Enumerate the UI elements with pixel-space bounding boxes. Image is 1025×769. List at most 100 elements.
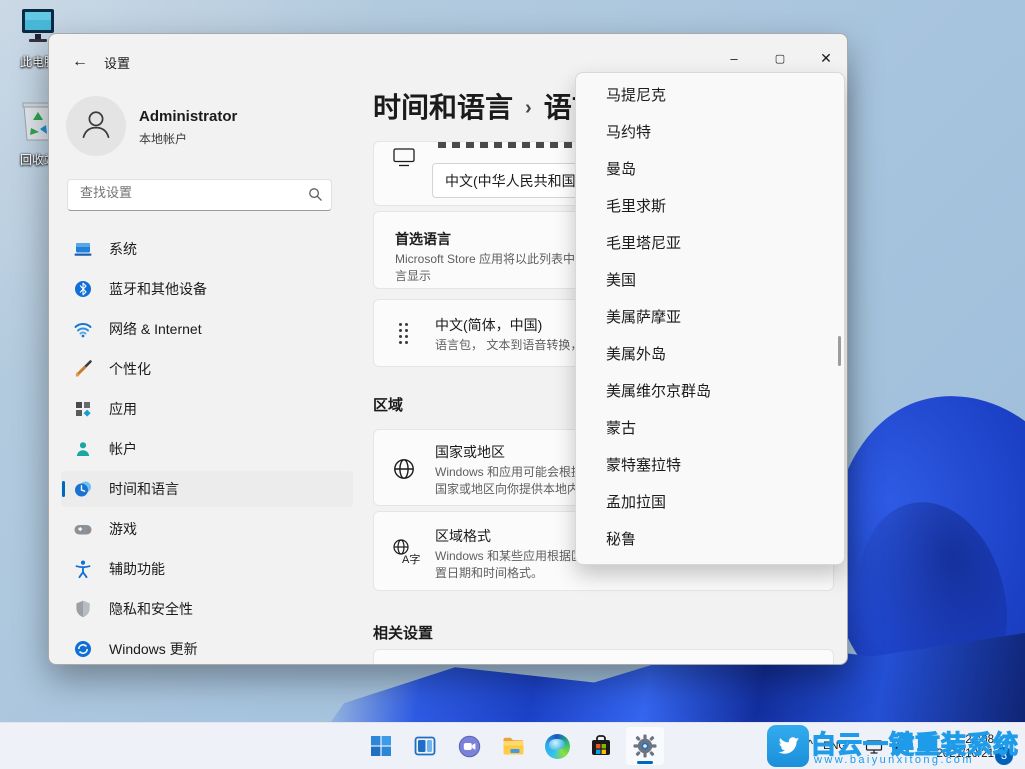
input-language-indicator[interactable]: ENG [823,740,847,752]
monitor-tray-icon[interactable] [865,739,883,755]
sidebar-item-system[interactable]: 系统 [61,231,353,267]
person-icon [74,102,118,151]
clipped-card-title [438,142,586,148]
time-language-icon [73,479,93,499]
monitor-icon [392,147,416,167]
network-icon [73,319,93,339]
regional-format-title: 区域格式 [435,526,491,546]
tray-time: 22:08 [936,733,994,747]
taskbar: ^ ENG 22:08 2021/10/21 3 [0,722,1025,769]
account-name: Administrator [139,108,237,125]
avatar[interactable] [66,96,126,156]
regional-format-desc-line2: 置日期和时间格式。 [435,565,543,582]
region-section-header: 区域 [373,394,403,415]
accessibility-icon [73,559,93,579]
speaker-icon[interactable] [890,739,907,755]
sidebar-item-network[interactable]: 网络 & Internet [61,311,353,347]
sidebar-item-label: 网络 & Internet [109,319,202,339]
country-list: 马提尼克 马约特 曼岛 毛里求斯 毛里塔尼亚 美国 美属萨摩亚 美属外岛 美属维… [576,73,844,565]
system-tray: ^ ENG 22:08 2021/10/21 3 [765,723,1025,769]
file-explorer-button[interactable] [493,726,533,766]
clock[interactable]: 22:08 2021/10/21 [936,733,994,761]
notification-badge[interactable]: 3 [995,747,1013,765]
sidebar-item-label: 游戏 [109,519,137,539]
globe-icon [391,456,417,482]
country-option[interactable]: 毛里求斯 [576,188,844,225]
gear-icon [632,733,658,759]
related-settings-header: 相关设置 [373,622,433,643]
globe-language-icon: A字 [390,537,420,567]
country-option[interactable]: 马约特 [576,114,844,151]
task-view-icon [413,734,437,758]
start-button[interactable] [361,726,401,766]
sidebar-item-label: 辅助功能 [109,559,165,579]
country-option[interactable]: 美属外岛 [576,336,844,373]
display-language-value: 中文(中华人民共和国) [445,171,580,191]
drag-handle-icon[interactable] [399,323,408,344]
sidebar-item-bluetooth[interactable]: 蓝牙和其他设备 [61,271,353,307]
country-option[interactable]: 孟加拉国 [576,484,844,521]
back-button[interactable]: ← [65,48,95,76]
sidebar-item-label: 系统 [109,239,137,259]
taskbar-center-icons [361,726,665,766]
windows-update-icon [73,639,93,659]
country-option[interactable]: 秘鲁 [576,521,844,558]
edge-button[interactable] [537,726,577,766]
country-region-desc-line1: Windows 和应用可能会根据 [435,464,583,481]
system-icon [73,239,93,259]
task-view-button[interactable] [405,726,445,766]
sidebar-item-label: 蓝牙和其他设备 [109,279,207,299]
related-settings-card-partial[interactable] [373,649,834,665]
store-button[interactable] [581,726,621,766]
sidebar-item-time-language[interactable]: 时间和语言 [61,471,353,507]
country-option[interactable]: 马提尼克 [576,77,844,114]
store-icon [589,734,613,758]
chat-icon [457,734,482,759]
country-option[interactable]: 密克罗尼西亚 [576,558,844,565]
breadcrumb-root[interactable]: 时间和语言 [373,92,513,123]
chat-button[interactable] [449,726,489,766]
file-explorer-icon [501,734,526,759]
country-option[interactable]: 美属萨摩亚 [576,299,844,336]
close-button[interactable]: ✕ [803,42,848,74]
arrow-left-icon: ← [72,53,88,71]
sidebar-nav: 系统 蓝牙和其他设备 网络 & Internet 个性化 应用 帐户 [61,231,353,665]
preferred-languages-desc-line2: 言显示 [395,268,431,285]
sidebar-item-personalization[interactable]: 个性化 [61,351,353,387]
sidebar-item-label: 时间和语言 [109,479,179,499]
close-icon: ✕ [820,50,832,67]
personalization-icon [73,359,93,379]
apps-icon [73,399,93,419]
sidebar-item-gaming[interactable]: 游戏 [61,511,353,547]
window-title: 设置 [104,53,130,72]
sidebar-item-label: Windows 更新 [109,639,198,659]
search-box[interactable] [67,179,332,211]
sidebar-item-accessibility[interactable]: 辅助功能 [61,551,353,587]
sidebar-item-label: 隐私和安全性 [109,599,193,619]
sidebar-item-windows-update[interactable]: Windows 更新 [61,631,353,665]
hidden-icons-chevron[interactable]: ^ [807,737,813,751]
language-row-subtitle: 语言包， 文本到语音转换， [435,337,582,354]
country-option[interactable]: 毛里塔尼亚 [576,225,844,262]
sidebar-item-label: 个性化 [109,359,151,379]
maximize-button[interactable]: ▢ [757,42,803,74]
country-option[interactable]: 美国 [576,262,844,299]
preferred-languages-title: 首选语言 [395,229,451,249]
settings-taskbar-button[interactable] [625,726,665,766]
flyout-scrollbar[interactable] [838,336,841,366]
privacy-shield-icon [73,599,93,619]
sidebar-item-apps[interactable]: 应用 [61,391,353,427]
minimize-icon: – [730,51,737,66]
accounts-icon [73,439,93,459]
edge-icon [545,734,570,759]
sidebar-item-accounts[interactable]: 帐户 [61,431,353,467]
minimize-button[interactable]: – [711,42,757,74]
search-input[interactable] [78,184,302,201]
country-option[interactable]: 曼岛 [576,151,844,188]
sidebar-item-privacy[interactable]: 隐私和安全性 [61,591,353,627]
country-option[interactable]: 美属维尔京群岛 [576,373,844,410]
country-option[interactable]: 蒙特塞拉特 [576,447,844,484]
preferred-languages-desc-line1: Microsoft Store 应用将以此列表中 [395,251,575,268]
country-option[interactable]: 蒙古 [576,410,844,447]
sidebar-item-label: 帐户 [109,439,137,459]
